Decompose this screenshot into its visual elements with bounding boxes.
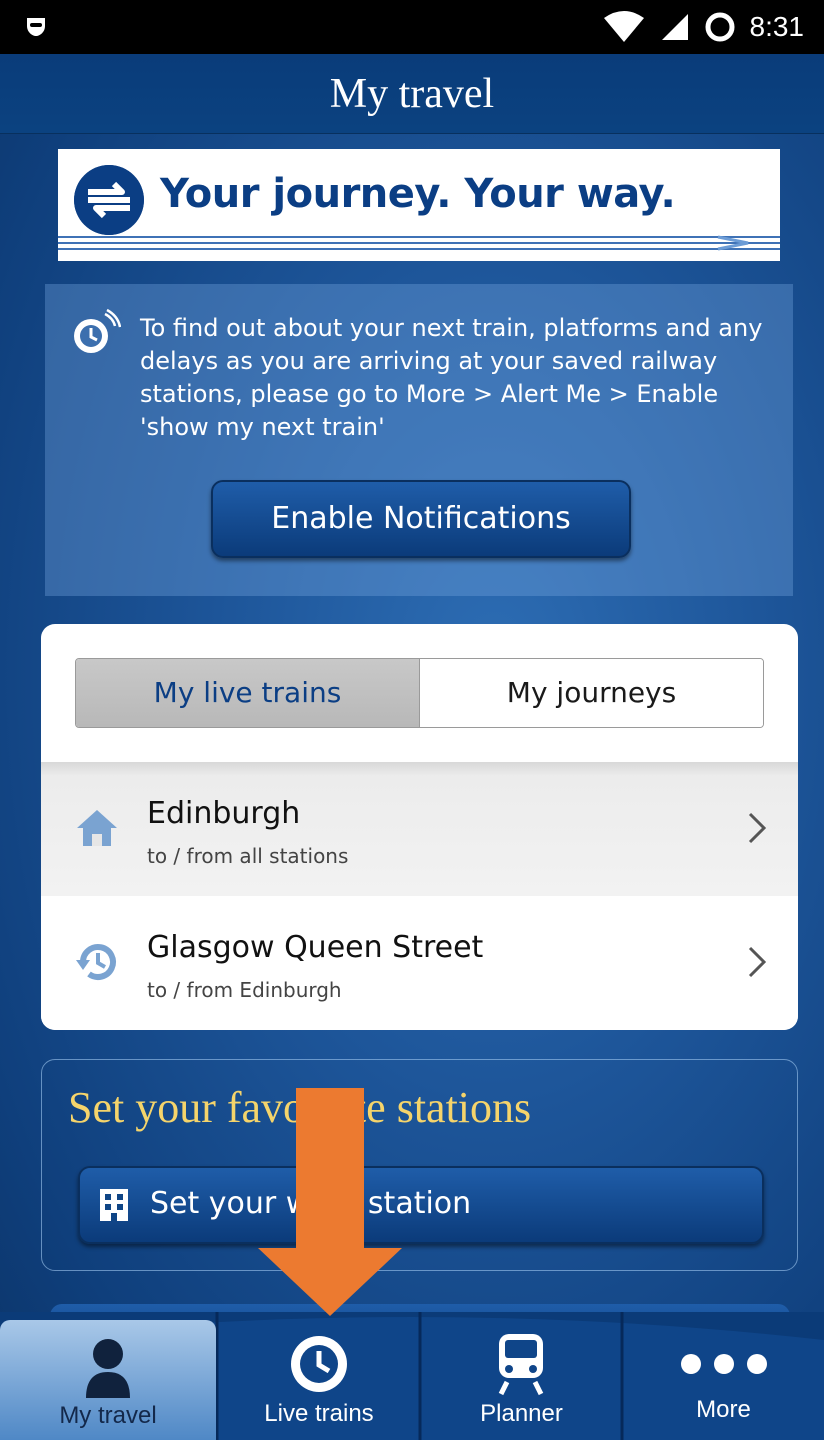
- promo-banner[interactable]: Your journey. Your way.: [58, 149, 780, 261]
- battery-ring-icon: [705, 12, 734, 42]
- annotation-arrow-icon: [258, 1088, 402, 1316]
- list-item-glasgow-queen-street[interactable]: Glasgow Queen Street to / from Edinburgh: [41, 896, 798, 1030]
- tab-label: More: [696, 1396, 751, 1423]
- status-bar: 8:31: [0, 0, 824, 54]
- bottom-tab-bar: My travel Live trains Planner More: [0, 1312, 824, 1440]
- title-bar: My travel: [0, 54, 824, 134]
- person-icon: [86, 1339, 130, 1398]
- favourite-stations-panel: Set your favourite stations Set your wor…: [41, 1059, 798, 1271]
- tab-label: Planner: [480, 1400, 563, 1427]
- tab-label: My travel: [59, 1402, 157, 1429]
- tab-planner[interactable]: Planner: [421, 1312, 622, 1440]
- tab-my-journeys[interactable]: My journeys: [420, 659, 763, 727]
- notification-app-icon: [27, 18, 45, 36]
- tab-my-travel[interactable]: My travel: [0, 1320, 216, 1440]
- more-dots-icon: [681, 1354, 767, 1374]
- app-screen: My travel Your journey. Your way. To fin…: [0, 54, 824, 1440]
- chevron-right-icon: [748, 946, 767, 978]
- set-work-station-button[interactable]: Set your work station: [78, 1166, 764, 1244]
- list-item-title: Edinburgh: [147, 796, 301, 831]
- list-item-subtitle: to / from Edinburgh: [147, 978, 342, 1002]
- history-icon: [76, 944, 116, 980]
- tab-label: Live trains: [264, 1400, 374, 1427]
- home-icon: [77, 810, 117, 846]
- list-item-title: Glasgow Queen Street: [147, 930, 484, 965]
- building-icon: [100, 1189, 128, 1221]
- page-title: My travel: [329, 71, 495, 117]
- segmented-control: My live trains My journeys: [75, 658, 764, 728]
- national-rail-logo-icon: [74, 165, 144, 235]
- tab-live-trains[interactable]: Live trains: [218, 1312, 420, 1440]
- enable-notifications-button[interactable]: Enable Notifications: [211, 480, 631, 558]
- banner-text: Your journey. Your way.: [160, 171, 676, 217]
- notice-text: To find out about your next train, platf…: [140, 314, 763, 441]
- list-item-edinburgh[interactable]: Edinburgh to / from all stations: [41, 762, 798, 896]
- train-icon: [498, 1334, 544, 1396]
- banner-lines-decoration: [58, 235, 780, 251]
- clock-icon: [291, 1336, 347, 1392]
- tab-my-live-trains[interactable]: My live trains: [76, 659, 420, 727]
- alarm-clock-icon: [74, 308, 121, 353]
- saved-trains-card: My live trains My journeys Edinburgh to …: [41, 624, 798, 1030]
- signal-icon: [661, 14, 688, 40]
- status-time: 8:31: [749, 11, 805, 42]
- list-item-subtitle: to / from all stations: [147, 844, 349, 868]
- wifi-icon: [603, 11, 644, 42]
- chevron-right-icon: [748, 812, 767, 844]
- tab-more[interactable]: More: [623, 1312, 824, 1440]
- notification-notice: To find out about your next train, platf…: [45, 284, 793, 596]
